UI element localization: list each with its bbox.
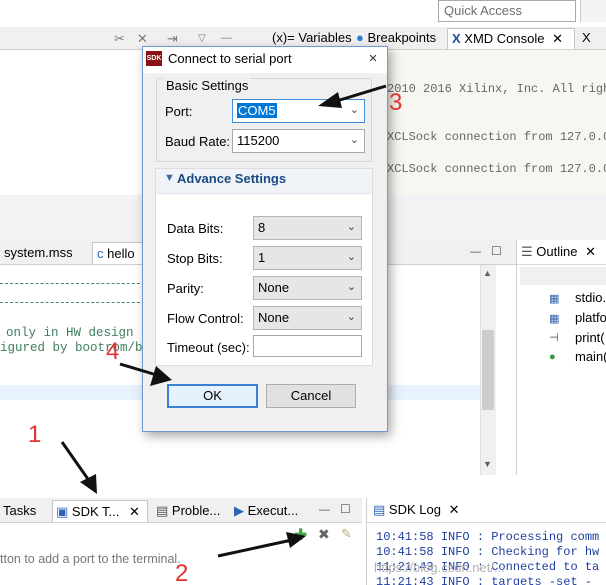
annotation-arrowhead-3 (318, 92, 342, 108)
annotation-arrowhead-1 (80, 474, 97, 494)
annotation-arrowhead-4 (150, 366, 172, 386)
annotation-number-2: 2 (175, 560, 189, 585)
annotation-number-1: 1 (28, 421, 42, 448)
annotation-arrow-2 (217, 538, 293, 558)
annotation-number-3: 3 (389, 89, 403, 116)
annotation-arrows (60, 84, 387, 558)
annotation-arrowhead-2 (286, 532, 306, 548)
annotation-number-4: 4 (106, 338, 120, 365)
annotation-arrow-1 (60, 441, 92, 483)
